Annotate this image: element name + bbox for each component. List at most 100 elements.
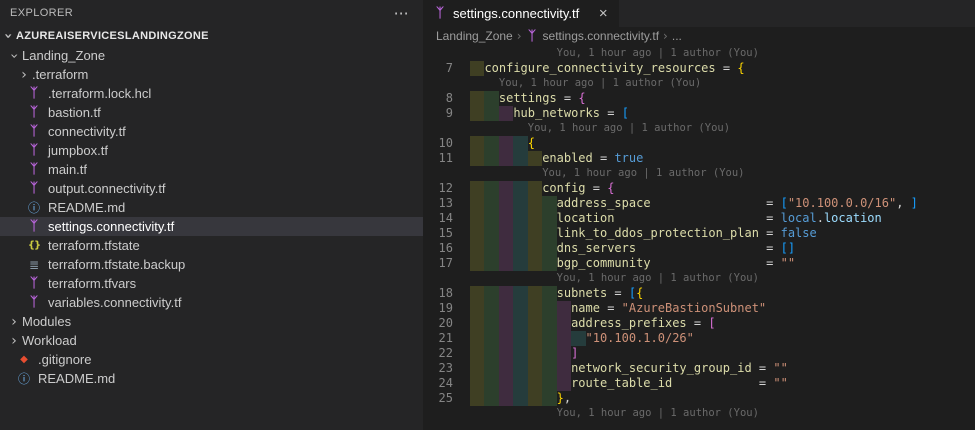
code-line-12[interactable]: 12 config = { bbox=[423, 181, 975, 196]
indent-guide bbox=[484, 106, 499, 121]
code-text: address_prefixes = [ bbox=[571, 316, 716, 330]
indent-guide bbox=[527, 256, 543, 271]
explorer-item-bastion-tf[interactable]: ᛉ bastion.tf bbox=[0, 103, 423, 122]
explorer-item-gitignore[interactable]: ◆ .gitignore bbox=[0, 350, 423, 369]
code-line-21[interactable]: 21 "10.100.1.0/26" bbox=[423, 331, 975, 346]
indent-guide bbox=[513, 361, 528, 376]
explorer-item-jumpbox-tf[interactable]: ᛉ jumpbox.tf bbox=[0, 141, 423, 160]
code-line-24[interactable]: 24 route_table_id = "" bbox=[423, 376, 975, 391]
code-text: bgp_community = "" bbox=[556, 256, 796, 270]
more-actions-icon[interactable]: ⋯ bbox=[394, 4, 409, 22]
indent-guide bbox=[542, 286, 557, 301]
code-line-23[interactable]: 23 network_security_group_id = "" bbox=[423, 361, 975, 376]
code-area[interactable]: You, 1 hour ago | 1 author (You) 7 configu… bbox=[423, 45, 975, 430]
tab-settings-connectivity-tf[interactable]: ᛉ settings.connectivity.tf × bbox=[423, 0, 620, 27]
terraform-icon: ᛉ bbox=[436, 6, 444, 21]
file-tree: › Landing_Zone › .terraform ᛉ .terraform.lock… bbox=[0, 46, 423, 388]
line-number[interactable]: 19 bbox=[423, 301, 470, 316]
code-line-8[interactable]: 8 settings = { bbox=[423, 91, 975, 106]
line-number[interactable]: 14 bbox=[423, 211, 470, 226]
code-line-17[interactable]: 17 bgp_community = "" bbox=[423, 256, 975, 271]
code-line-16[interactable]: 16 dns_servers = [] bbox=[423, 241, 975, 256]
indent-guide bbox=[470, 331, 485, 346]
code-text: configure_connectivity_resources = { bbox=[484, 61, 745, 75]
explorer-item-connectivity-tf[interactable]: ᛉ connectivity.tf bbox=[0, 122, 423, 141]
explorer-item-main-tf[interactable]: ᛉ main.tf bbox=[0, 160, 423, 179]
chevron-down-icon: › bbox=[6, 52, 22, 59]
explorer-item-label: .terraform bbox=[32, 67, 89, 82]
line-number[interactable]: 20 bbox=[423, 316, 470, 331]
code-line-14[interactable]: 14 location = local.location bbox=[423, 211, 975, 226]
explorer-item-terraform-tfvars[interactable]: ᛉ terraform.tfvars bbox=[0, 274, 423, 293]
line-number[interactable]: 15 bbox=[423, 226, 470, 241]
breadcrumb-symbol[interactable]: ... bbox=[672, 29, 682, 43]
explorer-item-label: variables.connectivity.tf bbox=[48, 295, 182, 310]
chevron-right-icon: › bbox=[516, 29, 522, 43]
indent-guide bbox=[484, 346, 499, 361]
explorer-item-workload[interactable]: › Workload bbox=[0, 331, 423, 350]
explorer-item-output-connectivity-tf[interactable]: ᛉ output.connectivity.tf bbox=[0, 179, 423, 198]
line-number[interactable]: 10 bbox=[423, 136, 470, 151]
line-number[interactable]: 24 bbox=[423, 376, 470, 391]
code-line-7[interactable]: 7 configure_connectivity_resources = { bbox=[423, 61, 975, 76]
code-line-20[interactable]: 20 address_prefixes = [ bbox=[423, 316, 975, 331]
terraform-icon: ᛉ bbox=[30, 162, 38, 177]
line-number[interactable]: 11 bbox=[423, 151, 470, 166]
explorer-item-terraform[interactable]: › .terraform bbox=[0, 65, 423, 84]
line-number bbox=[423, 46, 470, 61]
line-number[interactable]: 21 bbox=[423, 331, 470, 346]
code-text: { bbox=[527, 136, 535, 150]
breadcrumb-folder[interactable]: Landing_Zone bbox=[436, 29, 513, 43]
terraform-icon: ᛉ bbox=[30, 124, 38, 139]
line-number[interactable]: 9 bbox=[423, 106, 470, 121]
indent-guide bbox=[527, 316, 543, 331]
blame-annotation[interactable]: You, 1 hour ago | 1 author (You) bbox=[423, 166, 975, 181]
explorer-item-variables-connectivity-tf[interactable]: ᛉ variables.connectivity.tf bbox=[0, 293, 423, 312]
line-number[interactable]: 13 bbox=[423, 196, 470, 211]
explorer-item-readme-md[interactable]: ⓘ README.md bbox=[0, 198, 423, 217]
code-line-13[interactable]: 13 address_space = ["10.100.0.0/16", ] bbox=[423, 196, 975, 211]
line-number[interactable]: 25 bbox=[423, 391, 470, 406]
explorer-sidebar: EXPLORER ⋯ › AZUREAISERVICESLANDINGZONE … bbox=[0, 0, 423, 430]
code-line-18[interactable]: 18 subnets = [{ bbox=[423, 286, 975, 301]
code-text: network_security_group_id = "" bbox=[571, 361, 788, 375]
blame-annotation[interactable]: You, 1 hour ago | 1 author (You) bbox=[423, 76, 975, 91]
explorer-item-settings-connectivity-tf[interactable]: ᛉ settings.connectivity.tf bbox=[0, 217, 423, 236]
explorer-item-terraform-tfstate[interactable]: {} terraform.tfstate bbox=[0, 236, 423, 255]
explorer-item-modules[interactable]: › Modules bbox=[0, 312, 423, 331]
line-number[interactable]: 16 bbox=[423, 241, 470, 256]
blame-annotation[interactable]: You, 1 hour ago | 1 author (You) bbox=[423, 271, 975, 286]
line-number[interactable]: 17 bbox=[423, 256, 470, 271]
line-number[interactable]: 12 bbox=[423, 181, 470, 196]
code-line-9[interactable]: 9 hub_networks = [ bbox=[423, 106, 975, 121]
code-line-22[interactable]: 22] bbox=[423, 346, 975, 361]
explorer-item-landing-zone[interactable]: › Landing_Zone bbox=[0, 46, 423, 65]
explorer-item-terraform-lock-hcl[interactable]: ᛉ .terraform.lock.hcl bbox=[0, 84, 423, 103]
indent-guide bbox=[513, 196, 528, 211]
code-line-10[interactable]: 10 { bbox=[423, 136, 975, 151]
explorer-item-label: jumpbox.tf bbox=[48, 143, 108, 158]
chevron-right-icon: › bbox=[21, 66, 27, 83]
code-line-11[interactable]: 11 enabled = true bbox=[423, 151, 975, 166]
code-line-19[interactable]: 19 name = "AzureBastionSubnet" bbox=[423, 301, 975, 316]
line-number[interactable]: 23 bbox=[423, 361, 470, 376]
explorer-item-terraform-tfstate-backup[interactable]: ≣ terraform.tfstate.backup bbox=[0, 255, 423, 274]
code-line-25[interactable]: 25}, bbox=[423, 391, 975, 406]
indent-guide bbox=[470, 226, 485, 241]
code-line-15[interactable]: 15 link_to_ddos_protection_plan = false bbox=[423, 226, 975, 241]
breadcrumb-file[interactable]: settings.connectivity.tf bbox=[543, 29, 660, 43]
workspace-header[interactable]: › AZUREAISERVICESLANDINGZONE bbox=[0, 26, 423, 46]
line-number[interactable]: 18 bbox=[423, 286, 470, 301]
close-icon[interactable]: × bbox=[595, 5, 611, 22]
line-number[interactable]: 8 bbox=[423, 91, 470, 106]
explorer-header: EXPLORER ⋯ bbox=[0, 0, 423, 26]
blame-annotation[interactable]: You, 1 hour ago | 1 author (You) bbox=[423, 121, 975, 136]
explorer-item-readme-md[interactable]: ⓘ README.md bbox=[0, 369, 423, 388]
line-number[interactable]: 22 bbox=[423, 346, 470, 361]
line-number[interactable]: 7 bbox=[423, 61, 470, 76]
blame-annotation[interactable]: You, 1 hour ago | 1 author (You) bbox=[423, 46, 975, 61]
blame-text: You, 1 hour ago | 1 author (You) bbox=[556, 407, 759, 419]
indent-guide bbox=[470, 301, 485, 316]
info-icon: ⓘ bbox=[17, 371, 30, 386]
blame-annotation[interactable]: You, 1 hour ago | 1 author (You) bbox=[423, 406, 975, 421]
